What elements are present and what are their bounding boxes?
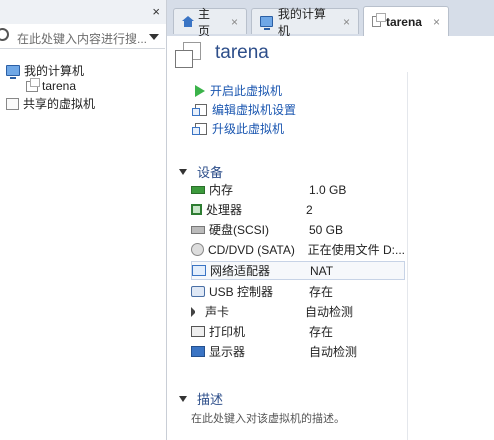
device-row-printer[interactable]: 打印机 存在 <box>191 322 405 341</box>
pane-divider <box>407 72 408 440</box>
cpu-icon <box>191 204 202 215</box>
play-icon <box>195 84 205 97</box>
tree-item-label: 共享的虚拟机 <box>23 97 96 111</box>
network-icon <box>192 265 206 276</box>
main-pane: 主页 × 我的计算机 × tarena × tarena 开启此虚拟机 编辑虚拟… <box>167 0 494 440</box>
usb-icon <box>191 286 205 297</box>
edit-settings-icon <box>192 103 207 116</box>
tab-tarena[interactable]: tarena × <box>363 6 449 36</box>
tree-item-label: 我的计算机 <box>24 64 85 78</box>
tab-close-icon[interactable]: × <box>343 15 350 29</box>
library-pane: × 在此处键入内容进行搜... 我的计算机 tarena 共享的虚拟机 <box>0 0 167 440</box>
power-on-link[interactable]: 开启此虚拟机 <box>195 82 282 99</box>
printer-icon <box>191 326 205 337</box>
device-row-processor[interactable]: 处理器 2 <box>191 200 405 219</box>
hdd-icon <box>191 225 205 234</box>
tab-label: 我的计算机 <box>277 6 326 38</box>
device-row-usb[interactable]: USB 控制器 存在 <box>191 282 405 301</box>
search-dropdown-icon[interactable] <box>149 34 159 40</box>
upgrade-vm-link[interactable]: 升级此虚拟机 <box>192 120 284 137</box>
memory-icon <box>191 185 205 194</box>
tab-label: tarena <box>385 14 422 29</box>
tree-item-tarena[interactable]: tarena <box>26 77 77 93</box>
collapse-triangle-icon <box>179 168 187 175</box>
tab-bar: 主页 × 我的计算机 × tarena × <box>167 0 494 38</box>
vm-icon <box>372 13 386 27</box>
tab-label: 主页 <box>197 6 210 38</box>
description-section-header[interactable]: 描述 <box>179 389 223 408</box>
vm-icon <box>26 77 40 92</box>
home-icon <box>182 16 194 27</box>
edit-settings-link[interactable]: 编辑虚拟机设置 <box>192 101 296 118</box>
tab-close-icon[interactable]: × <box>231 15 238 29</box>
description-field[interactable]: 在此处键入对该虚拟机的描述。 <box>191 410 345 426</box>
cd-icon <box>191 243 204 256</box>
search-input[interactable]: 在此处键入内容进行搜... <box>17 30 147 47</box>
search-icon <box>0 28 9 41</box>
vm-summary: tarena 开启此虚拟机 编辑虚拟机设置 升级此虚拟机 设备 内存 1.0 G… <box>167 36 494 440</box>
tree-item-shared-vms[interactable]: 共享的虚拟机 <box>6 95 95 112</box>
upgrade-icon <box>192 122 207 135</box>
tree-item-label: tarena <box>42 79 77 93</box>
tab-home[interactable]: 主页 × <box>173 7 247 38</box>
library-header: × <box>0 0 166 24</box>
device-row-network[interactable]: 网络适配器 NAT <box>191 261 405 280</box>
vm-large-icon <box>175 42 201 68</box>
collapse-triangle-icon <box>179 395 187 402</box>
devices-section-header[interactable]: 设备 <box>179 162 223 181</box>
device-row-hard-disk[interactable]: 硬盘(SCSI) 50 GB <box>191 220 405 239</box>
library-search-box[interactable]: 在此处键入内容进行搜... <box>0 24 165 49</box>
tab-my-computer[interactable]: 我的计算机 × <box>251 7 359 38</box>
shared-vm-icon <box>6 97 19 110</box>
library-close-button[interactable]: × <box>152 4 160 19</box>
tree-item-my-computer[interactable]: 我的计算机 <box>6 62 84 79</box>
device-row-sound[interactable]: 声卡 自动检测 <box>191 302 405 321</box>
computer-icon <box>260 16 273 30</box>
device-row-cd-dvd[interactable]: CD/DVD (SATA) 正在使用文件 D:... <box>191 240 405 259</box>
computer-icon <box>6 65 20 79</box>
device-row-display[interactable]: 显示器 自动检测 <box>191 342 405 361</box>
device-row-memory[interactable]: 内存 1.0 GB <box>191 180 405 199</box>
sound-icon <box>191 306 201 317</box>
tab-close-icon[interactable]: × <box>433 15 440 29</box>
vm-title: tarena <box>215 42 269 63</box>
display-icon <box>191 346 205 357</box>
